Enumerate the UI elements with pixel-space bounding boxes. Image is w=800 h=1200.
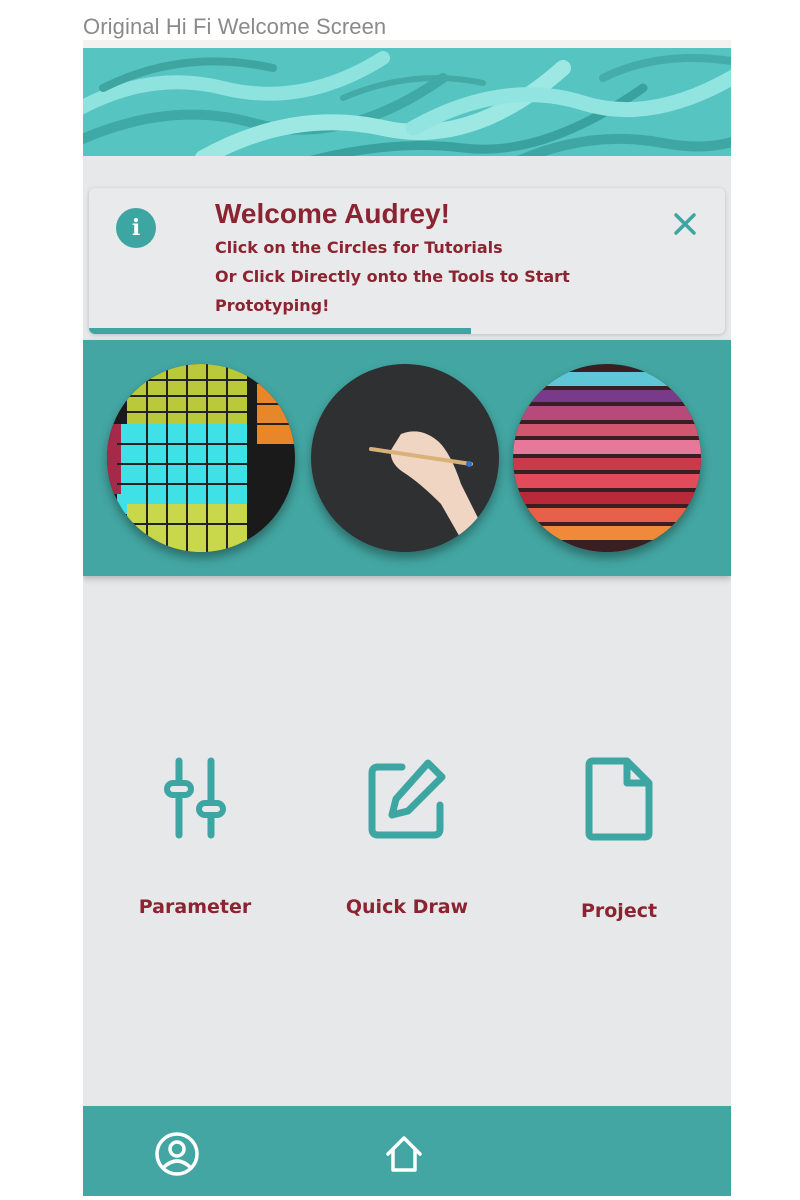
welcome-progress-track <box>89 328 725 334</box>
tool-quick-draw[interactable]: Quick Draw <box>317 748 497 918</box>
welcome-notification: i Welcome Audrey! Click on the Circles f… <box>89 188 725 334</box>
header-texture-image <box>83 48 731 156</box>
welcome-line-2: Or Click Directly onto the Tools to Star… <box>215 267 570 286</box>
welcome-progress-fill <box>89 328 471 334</box>
tutorial-circle-color-stack[interactable] <box>513 364 701 552</box>
tutorial-circle-hand-drawing[interactable] <box>311 364 499 552</box>
home-icon[interactable] <box>380 1130 428 1178</box>
document-icon <box>529 748 709 848</box>
tool-grid: Parameter Quick Draw Project <box>83 748 731 948</box>
tool-project-label: Project <box>580 900 658 922</box>
bottom-navigation <box>83 1106 731 1196</box>
edit-icon <box>317 748 497 848</box>
close-icon[interactable] <box>671 210 699 238</box>
welcome-line-3: Prototyping! <box>215 296 330 315</box>
tool-quick-draw-label: Quick Draw <box>345 896 469 918</box>
tutorial-circle-building-lights[interactable] <box>107 364 295 552</box>
tool-parameter-label: Parameter <box>138 896 252 918</box>
welcome-title: Welcome Audrey! <box>215 198 450 229</box>
tutorial-band <box>83 340 731 576</box>
tool-parameter[interactable]: Parameter <box>105 748 285 918</box>
tool-project[interactable]: Project <box>529 748 709 922</box>
welcome-line-1: Click on the Circles for Tutorials <box>215 238 503 257</box>
user-circle-icon[interactable] <box>153 1130 201 1178</box>
info-icon: i <box>116 208 156 248</box>
phone-screen: i Welcome Audrey! Click on the Circles f… <box>83 48 731 1196</box>
sliders-icon <box>105 748 285 848</box>
screen-caption: Original Hi Fi Welcome Screen <box>83 14 387 39</box>
